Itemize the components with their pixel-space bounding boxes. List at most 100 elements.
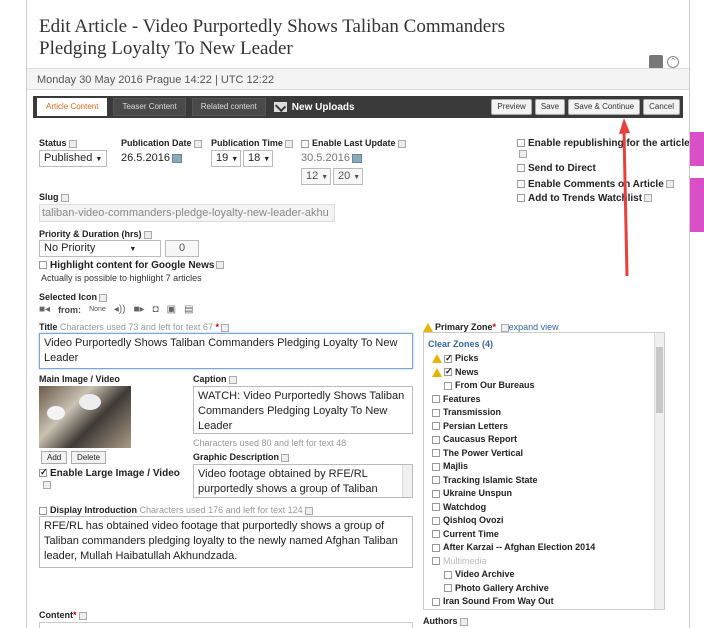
- add-image-button[interactable]: Add: [41, 451, 68, 464]
- large-image-option[interactable]: Enable Large Image / Video: [39, 467, 180, 479]
- help-icon[interactable]: [220, 323, 229, 332]
- help-icon[interactable]: [43, 481, 51, 490]
- help-icon[interactable]: [228, 375, 237, 384]
- caption-textarea[interactable]: WATCH: Video Purportedly Shows Taliban C…: [193, 386, 413, 434]
- send-to-direct-checkbox[interactable]: [517, 164, 525, 173]
- minimize-icon[interactable]: [649, 55, 663, 69]
- zone-checkbox[interactable]: [432, 476, 440, 485]
- zone-item[interactable]: Multimedia: [432, 556, 487, 566]
- zone-item[interactable]: Transmission: [432, 407, 501, 417]
- zone-item[interactable]: Tracking Islamic State: [432, 475, 538, 485]
- save-button[interactable]: Save: [534, 99, 566, 115]
- large-image-checkbox[interactable]: [39, 467, 48, 478]
- zone-item[interactable]: Persian Letters: [432, 421, 508, 431]
- zone-item[interactable]: Current Time: [432, 529, 499, 539]
- zone-checkbox[interactable]: [444, 570, 452, 579]
- zone-checkbox[interactable]: [432, 422, 440, 431]
- zone-checkbox[interactable]: [444, 381, 452, 390]
- delete-image-button[interactable]: Delete: [71, 451, 107, 464]
- help-icon[interactable]: [60, 193, 69, 202]
- priority-select[interactable]: No Priority ▼: [39, 240, 161, 257]
- help-icon[interactable]: [304, 506, 313, 515]
- help-icon[interactable]: [193, 139, 202, 148]
- tab-related-content[interactable]: Related content: [191, 98, 266, 116]
- enable-comments-option[interactable]: Enable Comments on Article: [517, 179, 674, 190]
- zone-checkbox[interactable]: [444, 584, 452, 593]
- zone-item[interactable]: Watchdog: [432, 502, 486, 512]
- highlight-google-news-option[interactable]: Highlight content for Google News: [39, 260, 225, 271]
- introduction-textarea[interactable]: RFE/RL has obtained video footage that p…: [39, 516, 413, 568]
- expand-view-link[interactable]: expand view: [509, 322, 559, 332]
- zone-checkbox[interactable]: [432, 597, 440, 606]
- help-icon[interactable]: [519, 150, 527, 159]
- calendar-icon[interactable]: [351, 153, 362, 163]
- clear-zones-link[interactable]: Clear Zones (4): [428, 339, 493, 349]
- enable-last-update-label[interactable]: Enable Last Update: [301, 138, 406, 148]
- zone-checkbox[interactable]: [444, 366, 453, 377]
- tab-article-content[interactable]: Article Content: [37, 98, 108, 116]
- collapse-icon[interactable]: ⌃: [667, 56, 679, 68]
- zone-item[interactable]: Photo Gallery Archive: [444, 583, 549, 593]
- publication-minute-select[interactable]: 18 ▼: [243, 150, 273, 167]
- help-icon[interactable]: [397, 139, 406, 148]
- zone-checkbox[interactable]: [432, 530, 440, 539]
- zone-item[interactable]: After Karzai -- Afghan Election 2014: [432, 542, 595, 552]
- display-introduction-checkbox[interactable]: [39, 506, 47, 515]
- new-uploads-button[interactable]: New Uploads: [273, 102, 355, 113]
- help-icon[interactable]: [459, 617, 468, 626]
- help-icon[interactable]: [665, 180, 674, 189]
- zone-list-scrollbar[interactable]: [654, 333, 664, 609]
- display-introduction-label[interactable]: Display Introduction Characters used 176…: [39, 505, 313, 515]
- save-continue-button[interactable]: Save & Continue: [568, 99, 641, 115]
- highlight-google-news-checkbox[interactable]: [39, 261, 47, 270]
- preview-button[interactable]: Preview: [491, 99, 532, 115]
- last-update-date-field[interactable]: 30.5.2016: [301, 152, 362, 164]
- zone-checkbox[interactable]: [432, 408, 440, 417]
- publication-date-field[interactable]: 26.5.2016: [121, 152, 182, 164]
- audio-icon[interactable]: ◂)): [114, 304, 126, 315]
- republishing-option[interactable]: Enable republishing for the article: [517, 138, 689, 149]
- tab-teaser-content[interactable]: Teaser Content: [113, 98, 186, 116]
- help-icon[interactable]: [281, 453, 290, 462]
- zone-checkbox[interactable]: [432, 557, 440, 566]
- help-icon[interactable]: [68, 139, 77, 148]
- content-editor[interactable]: [39, 622, 413, 628]
- help-icon[interactable]: [99, 293, 108, 302]
- film-icon[interactable]: ▤: [184, 304, 193, 315]
- zone-item[interactable]: Video Archive: [444, 569, 515, 579]
- icon-none-option[interactable]: None: [89, 306, 106, 313]
- help-icon[interactable]: [216, 261, 225, 270]
- zone-checkbox[interactable]: [432, 435, 440, 444]
- graphic-description-scrollbar[interactable]: [402, 465, 412, 497]
- zone-item[interactable]: Majlis: [432, 461, 468, 471]
- zone-checkbox[interactable]: [432, 395, 440, 404]
- duration-input[interactable]: 0: [165, 240, 199, 257]
- help-icon[interactable]: [500, 323, 509, 332]
- last-update-hour-select[interactable]: 12 ▼: [301, 168, 331, 185]
- publication-hour-select[interactable]: 19 ▼: [211, 150, 241, 167]
- help-icon[interactable]: [143, 230, 152, 239]
- zone-checkbox[interactable]: [432, 516, 440, 525]
- send-to-direct-option[interactable]: Send to Direct: [517, 163, 596, 174]
- slug-input[interactable]: taliban-video-commanders-pledge-loyalty-…: [39, 204, 335, 222]
- zone-item[interactable]: From Our Bureaus: [444, 380, 535, 390]
- republishing-checkbox[interactable]: [517, 139, 525, 148]
- help-icon[interactable]: [284, 139, 293, 148]
- zone-list-scroll-thumb[interactable]: [656, 347, 663, 413]
- cancel-button[interactable]: Cancel: [643, 99, 680, 115]
- enable-last-update-checkbox[interactable]: [301, 139, 309, 148]
- zone-item[interactable]: Picks: [432, 353, 479, 364]
- zone-checkbox[interactable]: [432, 503, 440, 512]
- last-update-minute-select[interactable]: 20 ▼: [333, 168, 363, 185]
- zone-item[interactable]: The Power Vertical: [432, 448, 523, 458]
- zone-item[interactable]: Ukraine Unspun: [432, 488, 512, 498]
- zone-checkbox[interactable]: [432, 489, 440, 498]
- zone-checkbox[interactable]: [444, 353, 453, 364]
- help-icon[interactable]: [644, 194, 653, 203]
- graphic-description-textarea[interactable]: Video footage obtained by RFE/RL purport…: [193, 464, 413, 498]
- enable-comments-checkbox[interactable]: [517, 180, 525, 189]
- zone-item[interactable]: Caucasus Report: [432, 434, 517, 444]
- gallery-icon[interactable]: ▣: [167, 304, 176, 315]
- zone-checkbox[interactable]: [432, 543, 440, 552]
- zone-checkbox[interactable]: [432, 462, 440, 471]
